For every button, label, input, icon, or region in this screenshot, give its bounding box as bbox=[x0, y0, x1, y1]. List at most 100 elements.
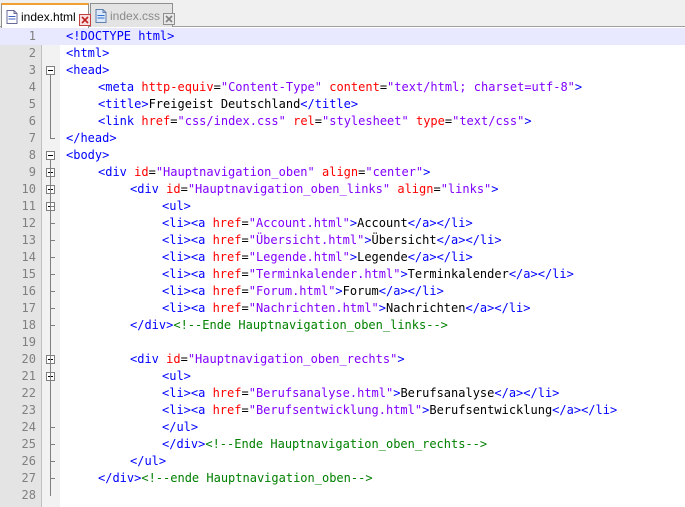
code-token: </ul> bbox=[162, 420, 199, 434]
code-token: Berufsanalyse bbox=[400, 386, 495, 400]
css-file-icon bbox=[95, 8, 107, 23]
code-line[interactable]: 24 </ul> bbox=[0, 419, 685, 436]
code-token: <title> bbox=[98, 97, 149, 111]
code-line[interactable]: 5 <title>Freigeist Deutschland</title> bbox=[0, 96, 685, 113]
code-line[interactable]: 1 <!DOCTYPE html> bbox=[0, 28, 685, 45]
fold-end-mark bbox=[50, 223, 55, 224]
code-editor[interactable]: 1 <!DOCTYPE html> 2 <html> 3 <head> 4 <meta htt… bbox=[0, 27, 685, 507]
code-token: = bbox=[241, 216, 249, 230]
code-line[interactable]: 26 </ul> bbox=[0, 453, 685, 470]
line-number: 4 bbox=[28, 80, 36, 94]
line-code: </div><!--Ende Hauptnavigation_oben_link… bbox=[130, 317, 448, 334]
code-token: "text/html; charset=utf-8" bbox=[387, 80, 575, 94]
code-token: <div bbox=[130, 182, 167, 196]
code-token: href bbox=[212, 233, 242, 247]
code-token: <li><a bbox=[162, 216, 213, 230]
line-number: 28 bbox=[21, 488, 36, 502]
fold-end-mark bbox=[50, 325, 55, 326]
code-token: = bbox=[241, 250, 249, 264]
code-line[interactable]: 16 <li><a href="Forum.html">Forum</a></li… bbox=[0, 283, 685, 300]
code-line[interactable]: 27 </div><!--ende Hauptnavigation_oben--> bbox=[0, 470, 685, 487]
code-token: > bbox=[491, 182, 499, 196]
code-line[interactable]: 25 </div><!--Ende Hauptnavigation_oben_re… bbox=[0, 436, 685, 453]
code-token: id bbox=[166, 352, 181, 366]
code-token: "Forum.html" bbox=[248, 284, 336, 298]
line-code: </div><!--Ende Hauptnavigation_oben_rech… bbox=[162, 436, 487, 453]
line-number: 1 bbox=[28, 29, 36, 43]
code-token: "Hauptnavigation_oben_links" bbox=[187, 182, 391, 196]
code-token: </head> bbox=[66, 131, 117, 145]
line-number: 20 bbox=[21, 352, 36, 366]
line-code: <body> bbox=[66, 147, 109, 164]
code-token: Nachrichten bbox=[386, 301, 466, 315]
fold-toggle-icon[interactable] bbox=[46, 66, 55, 75]
code-line[interactable]: 2 <html> bbox=[0, 45, 685, 62]
code-line[interactable]: 4 <meta http-equiv="Content-Type" content… bbox=[0, 79, 685, 96]
code-token: <link bbox=[98, 114, 142, 128]
fold-end-mark bbox=[50, 308, 55, 309]
code-token: = bbox=[170, 114, 178, 128]
code-line[interactable]: 18 </div><!--Ende Hauptnavigation_oben_li… bbox=[0, 317, 685, 334]
tab-label: index.css bbox=[110, 8, 161, 23]
code-line[interactable]: 12 <li><a href="Account.html">Account</a>… bbox=[0, 215, 685, 232]
code-line[interactable]: 14 <li><a href="Legende.html">Legende</a>… bbox=[0, 249, 685, 266]
code-line[interactable]: 11 <ul> bbox=[0, 198, 685, 215]
line-code: <li><a href="Terminkalender.html">Termin… bbox=[162, 266, 574, 283]
code-line[interactable]: 13 <li><a href="Übersicht.html">Übersicht… bbox=[0, 232, 685, 249]
line-number: 17 bbox=[21, 301, 36, 315]
code-line[interactable]: 19 bbox=[0, 334, 685, 351]
code-token: <div bbox=[130, 352, 167, 366]
code-token: </title> bbox=[300, 97, 359, 111]
code-token: <ul> bbox=[162, 199, 191, 213]
code-token: </a></li> bbox=[552, 403, 618, 417]
code-token: "Account.html" bbox=[248, 216, 350, 230]
tab-index-css[interactable]: index.css bbox=[90, 3, 176, 27]
code-line[interactable]: 10 <div id="Hauptnavigation_oben_links" a… bbox=[0, 181, 685, 198]
tab-label: index.html bbox=[21, 9, 76, 24]
code-line[interactable]: 28 bbox=[0, 487, 685, 504]
code-line[interactable]: 15 <li><a href="Terminkalender.html">Term… bbox=[0, 266, 685, 283]
code-token: <!DOCTYPE html> bbox=[66, 29, 175, 43]
code-line[interactable]: 8 <body> bbox=[0, 147, 685, 164]
code-token: "Hauptnavigation_oben_rechts" bbox=[187, 352, 398, 366]
code-token: = bbox=[241, 403, 249, 417]
code-token: = bbox=[433, 182, 441, 196]
line-code: </ul> bbox=[130, 453, 166, 470]
code-line[interactable]: 3 <head> bbox=[0, 62, 685, 79]
line-code: <html> bbox=[66, 45, 109, 62]
code-line[interactable]: 9 <div id="Hauptnavigation_oben" align="c… bbox=[0, 164, 685, 181]
code-token: href bbox=[212, 216, 242, 230]
line-code: <meta http-equiv="Content-Type" content=… bbox=[98, 79, 582, 96]
code-token: > bbox=[364, 233, 372, 247]
line-number: 23 bbox=[21, 403, 36, 417]
code-token: > bbox=[397, 352, 405, 366]
code-token: "Berufsanalyse.html" bbox=[248, 386, 394, 400]
line-number: 14 bbox=[21, 250, 36, 264]
tab-index-html[interactable]: index.html bbox=[1, 3, 91, 28]
code-line[interactable]: 7 </head> bbox=[0, 130, 685, 147]
code-token: "Content-Type" bbox=[220, 80, 322, 94]
code-token: type bbox=[415, 114, 445, 128]
code-token: "center" bbox=[365, 165, 424, 179]
code-line[interactable]: 20 <div id="Hauptnavigation_oben_rechts"> bbox=[0, 351, 685, 368]
fold-end-mark bbox=[50, 274, 55, 275]
line-number: 2 bbox=[28, 46, 36, 60]
code-token: = bbox=[241, 233, 249, 247]
line-number: 25 bbox=[21, 437, 36, 451]
line-number: 21 bbox=[21, 369, 36, 383]
code-token: http-equiv bbox=[141, 80, 214, 94]
code-token: <meta bbox=[98, 80, 142, 94]
code-line[interactable]: 23 <li><a href="Berufsentwicklung.html">B… bbox=[0, 402, 685, 419]
close-tab-icon[interactable] bbox=[78, 11, 91, 26]
line-code: </head> bbox=[66, 130, 117, 147]
code-token: </ul> bbox=[130, 454, 167, 468]
code-line[interactable]: 22 <li><a href="Berufsanalyse.html">Beruf… bbox=[0, 385, 685, 402]
code-line[interactable]: 21 <ul> bbox=[0, 368, 685, 385]
code-line[interactable]: 17 <li><a href="Nachrichten.html">Nachric… bbox=[0, 300, 685, 317]
fold-toggle-icon[interactable] bbox=[46, 151, 55, 160]
code-token: <li><a bbox=[162, 386, 213, 400]
close-tab-icon[interactable] bbox=[163, 10, 176, 25]
line-number: 26 bbox=[21, 454, 36, 468]
code-line[interactable]: 6 <link href="css/index.css" rel="stylesh… bbox=[0, 113, 685, 130]
